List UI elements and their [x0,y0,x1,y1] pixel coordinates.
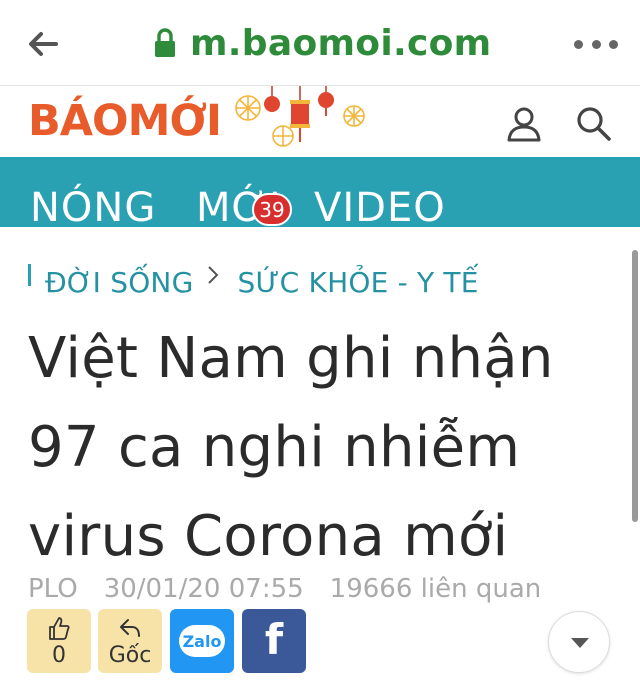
article-meta: PLO 30/01/20 07:55 19666 liên quan [28,574,541,610]
lantern-decoration-icon [235,86,365,147]
article-title: Việt Nam ghi nhận 97 ca nghi nhiễm virus… [28,326,554,569]
reply-arrow-icon [120,619,140,637]
user-icon[interactable] [504,104,544,144]
tab-hot[interactable]: NÓNG [30,185,156,227]
chevron-down-icon [571,638,589,648]
breadcrumb-item-suc-khoe[interactable]: SỨC KHỎE - Y TẾ [237,266,478,299]
lock-icon [155,28,175,57]
related-count[interactable]: 19666 liên quan [330,574,542,610]
facebook-logo: f [264,615,284,664]
browser-address-bar: m.baomoi.com [0,0,640,86]
tab-video[interactable]: VIDEO [314,185,446,227]
expand-button[interactable] [548,611,610,673]
article-source[interactable]: PLO [28,574,78,610]
back-arrow-icon[interactable] [22,24,62,64]
article-datetime: 30/01/20 07:55 [103,574,304,604]
breadcrumb-item-doi-song[interactable]: ĐỜI SỐNG [45,266,193,299]
zalo-logo: Zalo [179,625,225,657]
chevron-right-icon [208,266,219,284]
facebook-share-button[interactable]: f [242,609,306,673]
search-icon[interactable] [574,104,614,144]
url-field[interactable]: m.baomoi.com [152,18,491,68]
breadcrumb-marker [28,264,31,286]
like-count: 0 [52,643,66,668]
site-logo[interactable]: BÁOMỚI [28,96,222,146]
url-text: m.baomoi.com [190,22,492,64]
new-count-badge: 39 [252,193,292,226]
source-label: Gốc [108,643,152,668]
category-nav: NÓNG MỚI VIDEO [0,157,640,227]
scrollbar[interactable] [632,250,638,522]
breadcrumb: ĐỜI SỐNG SỨC KHỎE - Y TẾ [28,262,479,302]
more-vert-icon[interactable] [574,34,618,54]
source-button[interactable]: Gốc [98,609,162,673]
zalo-share-button[interactable]: Zalo [170,609,234,673]
thumbs-up-icon [49,617,70,640]
site-header: BÁOMỚI [0,86,640,156]
like-button[interactable]: 0 [27,609,91,673]
